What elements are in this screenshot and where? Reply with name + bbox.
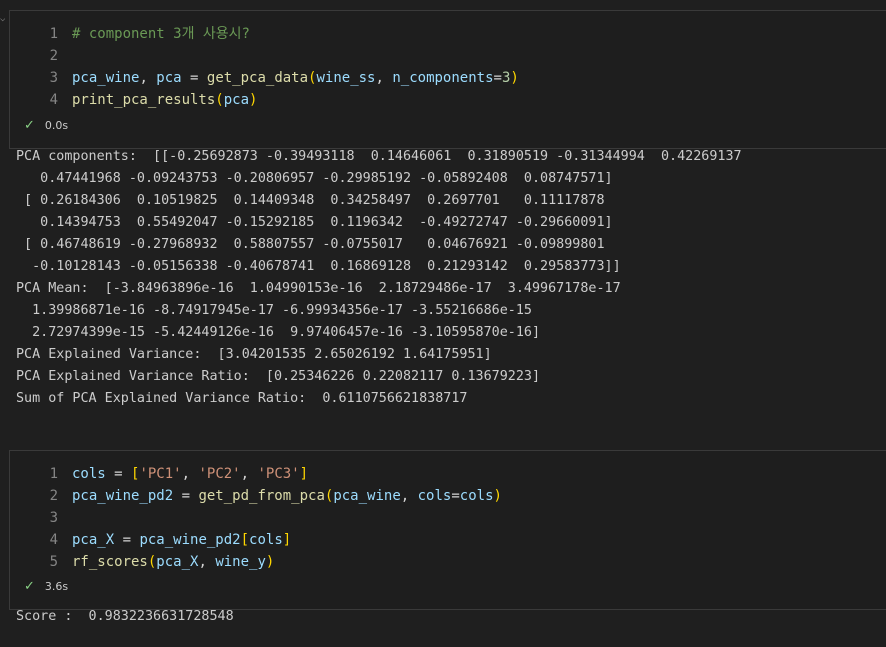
output-line: [ 0.46748619 -0.27968932 0.58807557 -0.0… [16,237,605,252]
code-token: # component 3개 사용시? [72,26,250,42]
code-text[interactable]: pca_X = pca_wine_pd2[cols] [72,529,291,551]
output-line: 0.47441968 -0.09243753 -0.20806957 -0.29… [16,171,613,186]
cell-1-editor[interactable]: 1 # component 3개 사용시? 2 3 pca_wine, pca = ge… [10,23,886,111]
code-cell-1[interactable]: 1 # component 3개 사용시? 2 3 pca_wine, pca = ge… [9,10,886,149]
code-token: pca [223,92,250,108]
cell-1-status: ✓ 0.0s [24,116,68,136]
line-number: 2 [49,488,58,504]
code-token: rf_scores [72,554,148,570]
code-token: , [240,466,258,482]
output-line: PCA components: [[-0.25692873 -0.3949311… [16,149,742,164]
output-line: Score : 0.9832236631728548 [16,609,234,624]
code-token: pca_wine [333,488,401,504]
code-line[interactable]: 1 cols = ['PC1', 'PC2', 'PC3'] [10,463,886,485]
output-line: PCA Mean: [-3.84963896e-16 1.04990153e-1… [16,281,621,296]
output-line: 2.72974399e-15 -5.42449126e-16 9.9740645… [16,325,541,340]
code-token: , [400,488,418,504]
code-line[interactable]: 5 rf_scores(pca_X, wine_y) [10,551,886,573]
code-text[interactable]: rf_scores(pca_X, wine_y) [72,551,274,573]
output-line: 0.14394753 0.55492047 -0.15292185 0.1196… [16,215,613,230]
code-token: = [173,488,199,504]
code-line[interactable]: 3 [10,507,886,529]
line-number: 5 [49,554,58,570]
code-token: ( [215,92,224,108]
cell-1-exec-time: 0.0s [44,119,69,132]
code-token: = [181,70,207,86]
code-token: pca_X [72,532,115,548]
code-token: , [375,70,393,86]
code-token: pca_wine_pd2 [139,532,241,548]
line-number: 4 [49,532,58,548]
chevron-icon: ⌵ [0,14,6,24]
code-token: 'PC1' [139,466,182,482]
cell-2-exec-time: 3.6s [44,580,69,593]
code-token: , [139,70,157,86]
code-token: pca_X [156,554,199,570]
code-line[interactable]: 2 [10,45,886,67]
cell-2-status: ✓ 3.6s [24,577,68,597]
code-token: cols [417,488,452,504]
output-line: PCA Explained Variance Ratio: [0.2534622… [16,369,541,384]
code-token: get_pd_from_pca [198,488,325,504]
code-line[interactable]: 2 pca_wine_pd2 = get_pd_from_pca(pca_wine… [10,485,886,507]
code-token: pca_wine [72,70,140,86]
code-token: n_components [392,70,494,86]
line-number: 1 [49,26,58,42]
code-token: print_pca_results [72,92,216,108]
code-token: = [451,488,460,504]
code-token: ) [493,488,502,504]
line-number: 3 [49,70,58,86]
code-token: wine_y [215,554,266,570]
code-token: 'PC2' [198,466,241,482]
notebook-view: ⌵ 1 # component 3개 사용시? 2 3 pca_wine, pca = … [0,0,886,647]
code-text[interactable]: print_pca_results(pca) [72,89,257,111]
output-line: Sum of PCA Explained Variance Ratio: 0.6… [16,391,468,406]
code-token: ) [249,92,258,108]
code-token: , [181,466,199,482]
code-text[interactable]: pca_wine_pd2 = get_pd_from_pca(pca_wine,… [72,485,502,507]
code-token: ) [265,554,275,570]
code-token: [ [240,532,250,548]
code-token: cols [72,466,106,482]
code-token: , [198,554,216,570]
code-token: pca_wine_pd2 [72,488,174,504]
code-line[interactable]: 4 pca_X = pca_wine_pd2[cols] [10,529,886,551]
code-text[interactable]: # component 3개 사용시? [72,23,250,45]
line-number: 1 [49,466,58,482]
code-text[interactable]: pca_wine, pca = get_pca_data(wine_ss, n_… [72,67,519,89]
check-icon: ✓ [24,118,35,133]
code-token: wine_ss [316,70,376,86]
code-token: = [493,70,502,86]
output-line: PCA Explained Variance: [3.04201535 2.65… [16,347,492,362]
code-line[interactable]: 3 pca_wine, pca = get_pca_data(wine_ss, n… [10,67,886,89]
output-line: -0.10128143 -0.05156338 -0.40678741 0.16… [16,259,621,274]
check-icon: ✓ [24,579,35,594]
code-token: = [114,532,140,548]
code-token: ] [299,466,309,482]
output-line: 1.39986871e-16 -8.74917945e-17 -6.999343… [16,303,532,318]
code-cell-2[interactable]: 1 cols = ['PC1', 'PC2', 'PC3'] 2 pca_wine_p… [9,450,886,610]
line-number: 3 [49,510,58,526]
output-line: [ 0.26184306 0.10519825 0.14409348 0.342… [16,193,605,208]
code-token: pca [156,70,182,86]
code-token: 'PC3' [257,466,300,482]
cell-2-output: Score : 0.9832236631728548 [16,606,234,628]
code-text[interactable]: cols = ['PC1', 'PC2', 'PC3'] [72,463,308,485]
code-line[interactable]: 1 # component 3개 사용시? [10,23,886,45]
code-line[interactable]: 4 print_pca_results(pca) [10,89,886,111]
code-token: cols [249,532,283,548]
cell-2-editor[interactable]: 1 cols = ['PC1', 'PC2', 'PC3'] 2 pca_wine_p… [10,463,886,573]
cell-1-output: PCA components: [[-0.25692873 -0.3949311… [16,146,742,410]
code-token: cols [459,488,494,504]
code-token: get_pca_data [206,70,309,86]
line-number: 4 [49,92,58,108]
code-token: = [105,466,132,482]
code-token: ] [282,532,292,548]
line-number: 2 [49,48,58,64]
code-token: ) [510,70,519,86]
